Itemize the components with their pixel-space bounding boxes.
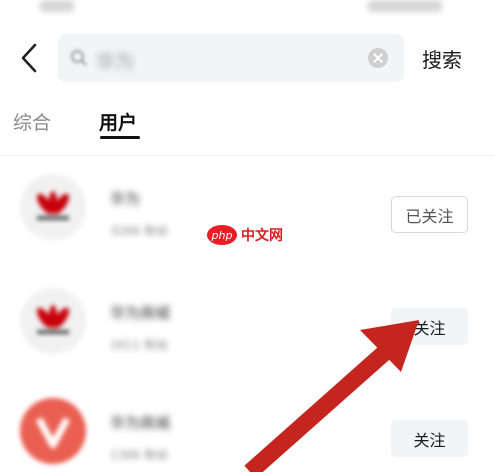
- annotation-arrow: [244, 320, 419, 472]
- search-results-screen: 华为 搜索 综合 用户 华为 3266 粉丝 已关注 华为商城 1611 粉丝 …: [0, 0, 495, 472]
- arrow-shaft: [244, 339, 398, 472]
